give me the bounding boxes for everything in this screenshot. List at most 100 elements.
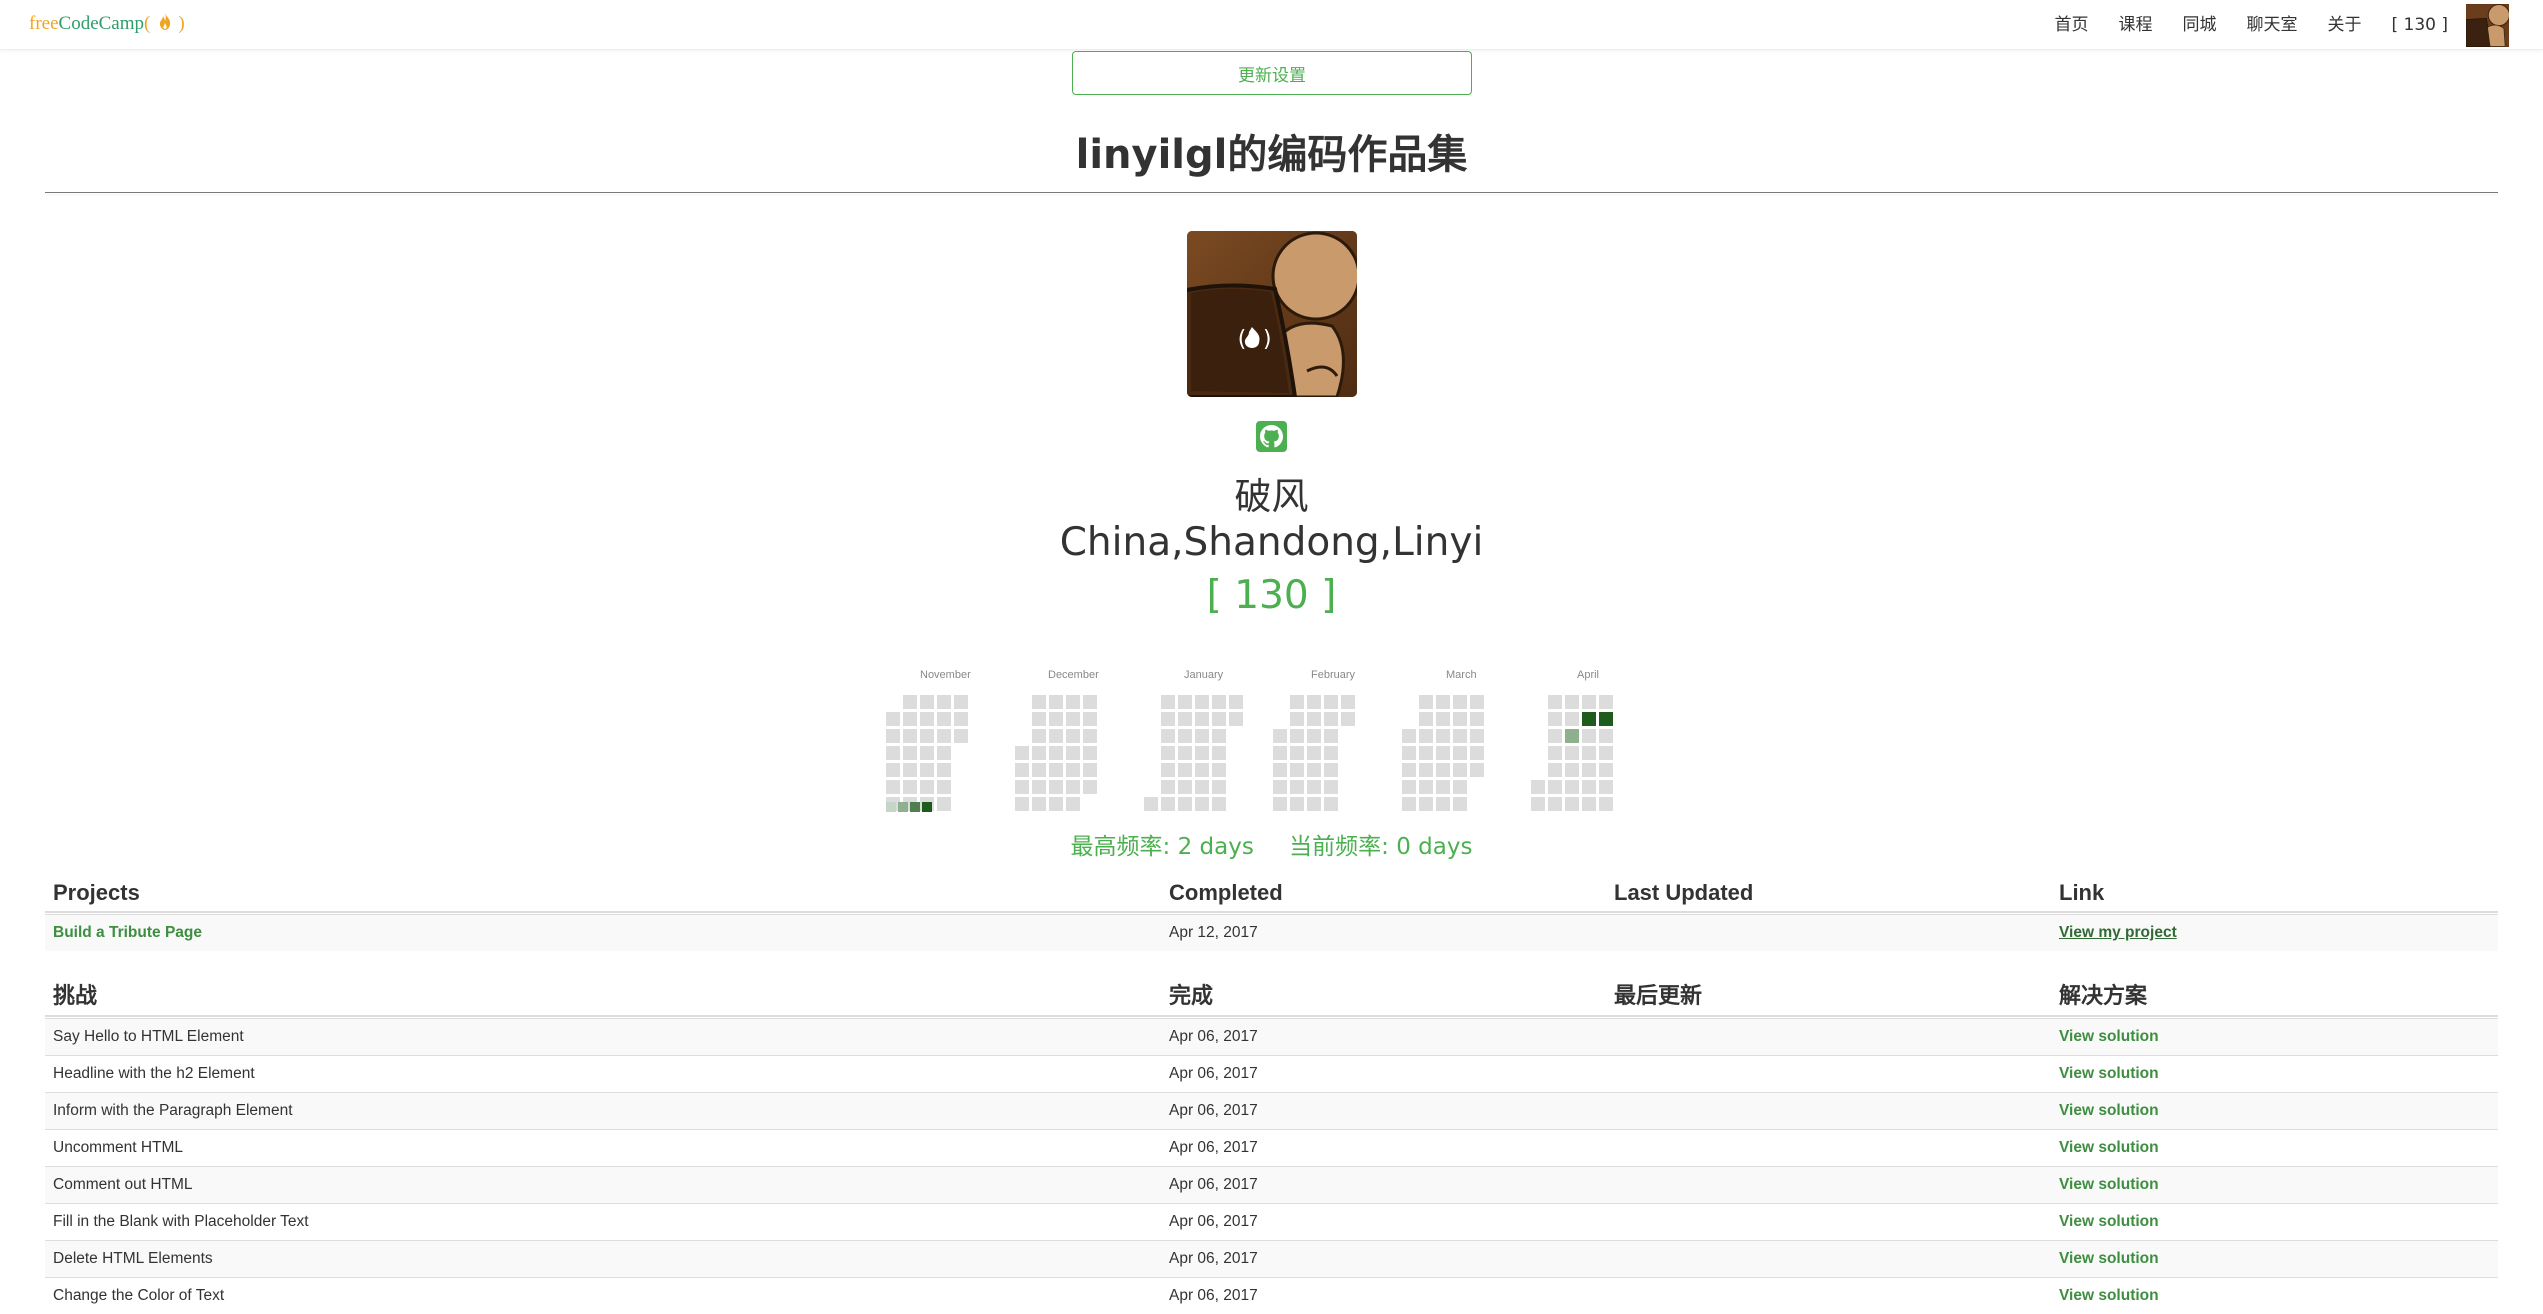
heatmap-day-cell bbox=[1565, 695, 1579, 709]
heatmap-day-cell bbox=[1565, 729, 1579, 743]
heatmap-day-cell bbox=[1144, 797, 1158, 811]
view-solution-link[interactable]: View solution bbox=[2059, 1130, 2159, 1166]
heatmap-day-cell bbox=[1049, 797, 1063, 811]
camper-avatar: ( ) bbox=[1187, 231, 1357, 397]
heatmap-day-cell bbox=[1307, 746, 1321, 760]
challenge-row: Change the Color of Text Apr 06, 2017 View… bbox=[45, 1277, 2498, 1314]
heatmap-day-cell bbox=[886, 712, 900, 726]
challenge-completed-date: Apr 06, 2017 bbox=[1169, 1028, 1258, 1045]
header-last-update: 最后更新 bbox=[1614, 984, 1703, 1009]
heatmap-legend-cell bbox=[886, 802, 896, 812]
heatmap-day-cell bbox=[1083, 763, 1097, 777]
heatmap-day-cell bbox=[1436, 780, 1450, 794]
heatmap-day-cell bbox=[1402, 780, 1416, 794]
heatmap-day-cell bbox=[903, 763, 917, 777]
heatmap-day-cell bbox=[1032, 797, 1046, 811]
nav-link-home[interactable]: 首页 bbox=[2039, 0, 2103, 50]
heatmap-day-cell bbox=[1582, 695, 1596, 709]
view-solution-link[interactable]: View solution bbox=[2059, 1093, 2159, 1129]
heatmap-day-cell bbox=[1290, 780, 1304, 794]
heatmap-day-cell bbox=[1599, 746, 1613, 760]
heatmap-day-cell bbox=[1599, 729, 1613, 743]
heatmap-day-cell bbox=[1531, 797, 1545, 811]
heatmap-day-cell bbox=[1324, 695, 1338, 709]
nav-link-local[interactable]: 同城 bbox=[2167, 0, 2231, 50]
nav-points[interactable]: [ 130 ] bbox=[2376, 0, 2466, 50]
heatmap-day-cell bbox=[1307, 780, 1321, 794]
heatmap-day-cell bbox=[1049, 746, 1063, 760]
view-solution-link[interactable]: View solution bbox=[2059, 1278, 2159, 1314]
heatmap-day-cell bbox=[954, 729, 968, 743]
heatmap-day-cell bbox=[1161, 746, 1175, 760]
nav-link-chat[interactable]: 聊天室 bbox=[2231, 0, 2312, 50]
heatmap-month-label: January bbox=[1184, 669, 1224, 681]
heatmap-day-cell bbox=[1582, 797, 1596, 811]
heatmap-day-cell bbox=[1161, 797, 1175, 811]
view-solution-link[interactable]: View solution bbox=[2059, 1241, 2159, 1277]
challenge-row: Fill in the Blank with Placeholder Text A… bbox=[45, 1203, 2498, 1240]
view-solution-link[interactable]: View solution bbox=[2059, 1019, 2159, 1055]
heatmap-day-cell bbox=[1419, 712, 1433, 726]
heatmap-day-cell bbox=[1565, 780, 1579, 794]
heatmap-month-label: November bbox=[920, 669, 971, 681]
heatmap-day-cell bbox=[1083, 695, 1097, 709]
heatmap-day-cell bbox=[1049, 780, 1063, 794]
heatmap-legend-cell bbox=[922, 802, 932, 812]
nav-link-curriculum[interactable]: 课程 bbox=[2103, 0, 2167, 50]
challenge-completed-date: Apr 06, 2017 bbox=[1169, 1176, 1258, 1193]
heatmap-day-cell bbox=[903, 695, 917, 709]
heatmap-day-cell bbox=[1083, 729, 1097, 743]
heatmap-day-cell bbox=[1436, 746, 1450, 760]
update-settings-button[interactable]: 更新设置 bbox=[1072, 51, 1472, 95]
svg-text:): ) bbox=[1261, 327, 1274, 352]
challenge-name: Say Hello to HTML Element bbox=[53, 1028, 244, 1045]
github-icon[interactable] bbox=[1256, 421, 1287, 452]
heatmap-day-cell bbox=[1161, 729, 1175, 743]
nav-links: 首页 课程 同城 聊天室 关于 [ 130 ] bbox=[2039, 0, 2543, 50]
view-solution-link[interactable]: View solution bbox=[2059, 1167, 2159, 1203]
heatmap-day-cell bbox=[1195, 780, 1209, 794]
challenges-table-header: 挑战 完成 最后更新 解决方案 bbox=[45, 977, 2498, 1017]
heatmap-day-cell bbox=[1212, 746, 1226, 760]
view-solution-link[interactable]: View solution bbox=[2059, 1056, 2159, 1092]
heatmap-day-cell bbox=[1161, 763, 1175, 777]
profile-location: China,Shandong,Linyi bbox=[1059, 520, 1484, 565]
heatmap-day-cell bbox=[920, 695, 934, 709]
project-name-link[interactable]: Build a Tribute Page bbox=[53, 915, 202, 951]
header-completed: Completed bbox=[1169, 880, 1283, 905]
heatmap-day-cell bbox=[1582, 746, 1596, 760]
header-solution: 解决方案 bbox=[2059, 984, 2148, 1009]
heatmap-day-cell bbox=[1548, 763, 1562, 777]
heatmap-day-cell bbox=[1548, 695, 1562, 709]
heatmap-day-cell bbox=[1032, 729, 1046, 743]
view-solution-link[interactable]: View solution bbox=[2059, 1204, 2159, 1240]
heatmap-day-cell bbox=[1229, 695, 1243, 709]
heatmap-day-cell bbox=[1161, 695, 1175, 709]
heatmap-day-cell bbox=[1290, 746, 1304, 760]
heatmap-day-cell bbox=[1273, 729, 1287, 743]
nav-avatar[interactable] bbox=[2466, 3, 2509, 47]
heatmap-day-cell bbox=[1273, 780, 1287, 794]
heatmap-day-cell bbox=[1290, 729, 1304, 743]
title-divider-shade bbox=[45, 194, 2498, 196]
brand-logo[interactable]: freeCodeCamp() bbox=[29, 10, 185, 38]
top-navbar: freeCodeCamp() 首页 课程 同城 聊天室 关于 [ 130 ] bbox=[0, 0, 2543, 50]
current-streak: 当前频率: 0 days bbox=[1289, 834, 1473, 860]
heatmap-day-cell bbox=[1436, 797, 1450, 811]
nav-link-about[interactable]: 关于 bbox=[2312, 0, 2376, 50]
heatmap-day-cell bbox=[1032, 763, 1046, 777]
heatmap-day-cell bbox=[920, 763, 934, 777]
heatmap-day-cell bbox=[1436, 712, 1450, 726]
heatmap-day-cell bbox=[1453, 763, 1467, 777]
heatmap-day-cell bbox=[1582, 763, 1596, 777]
heatmap-day-cell bbox=[1419, 729, 1433, 743]
heatmap-day-cell bbox=[1599, 712, 1613, 726]
heatmap-day-cell bbox=[1178, 763, 1192, 777]
heatmap-day-cell bbox=[1402, 729, 1416, 743]
heatmap-legend-cell bbox=[898, 802, 908, 812]
challenge-name: Uncomment HTML bbox=[53, 1139, 184, 1156]
view-project-link[interactable]: View my project bbox=[2059, 915, 2177, 951]
heatmap-day-cell bbox=[1015, 746, 1029, 760]
challenge-row: Uncomment HTML Apr 06, 2017 View solution bbox=[45, 1129, 2498, 1166]
heatmap-day-cell bbox=[1273, 746, 1287, 760]
